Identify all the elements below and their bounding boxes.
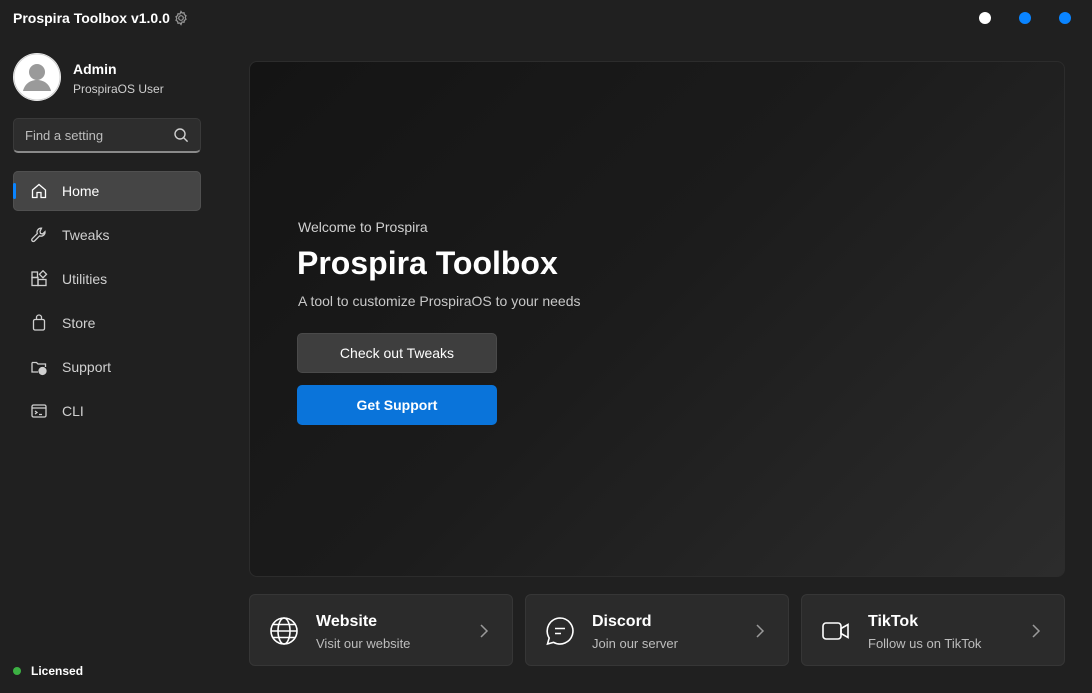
chevron-right-icon xyxy=(756,624,765,638)
user-name: Admin xyxy=(73,61,117,77)
license-status-dot xyxy=(13,667,21,675)
chevron-right-icon xyxy=(1032,624,1041,638)
website-card[interactable]: Website Visit our website xyxy=(249,594,513,666)
sidebar-item-store[interactable]: Store xyxy=(13,303,201,343)
sidebar-item-label: Home xyxy=(62,183,100,199)
get-support-button[interactable]: Get Support xyxy=(297,385,497,425)
sidebar-item-support[interactable]: Support xyxy=(13,347,201,387)
card-subtitle: Join our server xyxy=(592,636,678,651)
card-subtitle: Visit our website xyxy=(316,636,411,651)
hero-banner: Welcome to Prospira Prospira Toolbox A t… xyxy=(249,61,1065,577)
sidebar-item-label: CLI xyxy=(62,403,84,419)
tiktok-card[interactable]: TikTok Follow us on TikTok xyxy=(801,594,1065,666)
card-subtitle: Follow us on TikTok xyxy=(868,636,982,651)
sidebar-item-label: Utilities xyxy=(62,271,108,287)
card-title: TikTok xyxy=(868,613,919,630)
user-avatar-icon xyxy=(13,53,61,101)
chevron-right-icon xyxy=(480,624,489,638)
card-title: Website xyxy=(316,613,378,630)
search-icon[interactable] xyxy=(173,127,189,143)
terminal-icon xyxy=(31,404,47,418)
store-icon xyxy=(32,314,46,331)
search-input[interactable] xyxy=(14,119,174,151)
search-box[interactable] xyxy=(13,118,201,153)
apps-icon xyxy=(31,270,48,287)
hero-welcome: Welcome to Prospira xyxy=(298,219,428,235)
video-icon xyxy=(822,622,849,640)
avatar[interactable] xyxy=(13,53,61,101)
sidebar-item-label: Store xyxy=(62,315,96,331)
hero-title: Prospira Toolbox xyxy=(297,245,558,281)
window-dot-white[interactable] xyxy=(979,12,991,24)
hero-subtitle: A tool to customize ProspiraOS to your n… xyxy=(298,293,581,309)
globe-icon xyxy=(270,617,298,645)
folder-support-icon xyxy=(31,361,47,376)
sidebar-item-home[interactable]: Home xyxy=(13,171,201,211)
window-dot-blue-2[interactable] xyxy=(1059,12,1071,24)
sidebar-item-cli[interactable]: CLI xyxy=(13,391,201,431)
card-title: Discord xyxy=(592,613,652,630)
sidebar-item-label: Support xyxy=(62,359,112,375)
title-bar: Prospira Toolbox v1.0.0 xyxy=(0,0,1092,36)
sidebar-item-tweaks[interactable]: Tweaks xyxy=(13,215,201,255)
check-out-tweaks-button[interactable]: Check out Tweaks xyxy=(297,333,497,373)
discord-card[interactable]: Discord Join our server xyxy=(525,594,789,666)
sidebar-item-utilities[interactable]: Utilities xyxy=(13,259,201,299)
chat-icon xyxy=(546,617,574,646)
settings-gear-icon[interactable] xyxy=(173,10,189,26)
license-status-label: Licensed xyxy=(31,664,84,678)
sidebar-item-label: Tweaks xyxy=(62,227,110,243)
wrench-icon xyxy=(31,227,46,243)
user-subtitle: ProspiraOS User xyxy=(73,82,164,96)
window-dot-blue-1[interactable] xyxy=(1019,12,1031,24)
home-icon xyxy=(31,183,47,199)
app-title: Prospira Toolbox v1.0.0 xyxy=(13,10,170,26)
